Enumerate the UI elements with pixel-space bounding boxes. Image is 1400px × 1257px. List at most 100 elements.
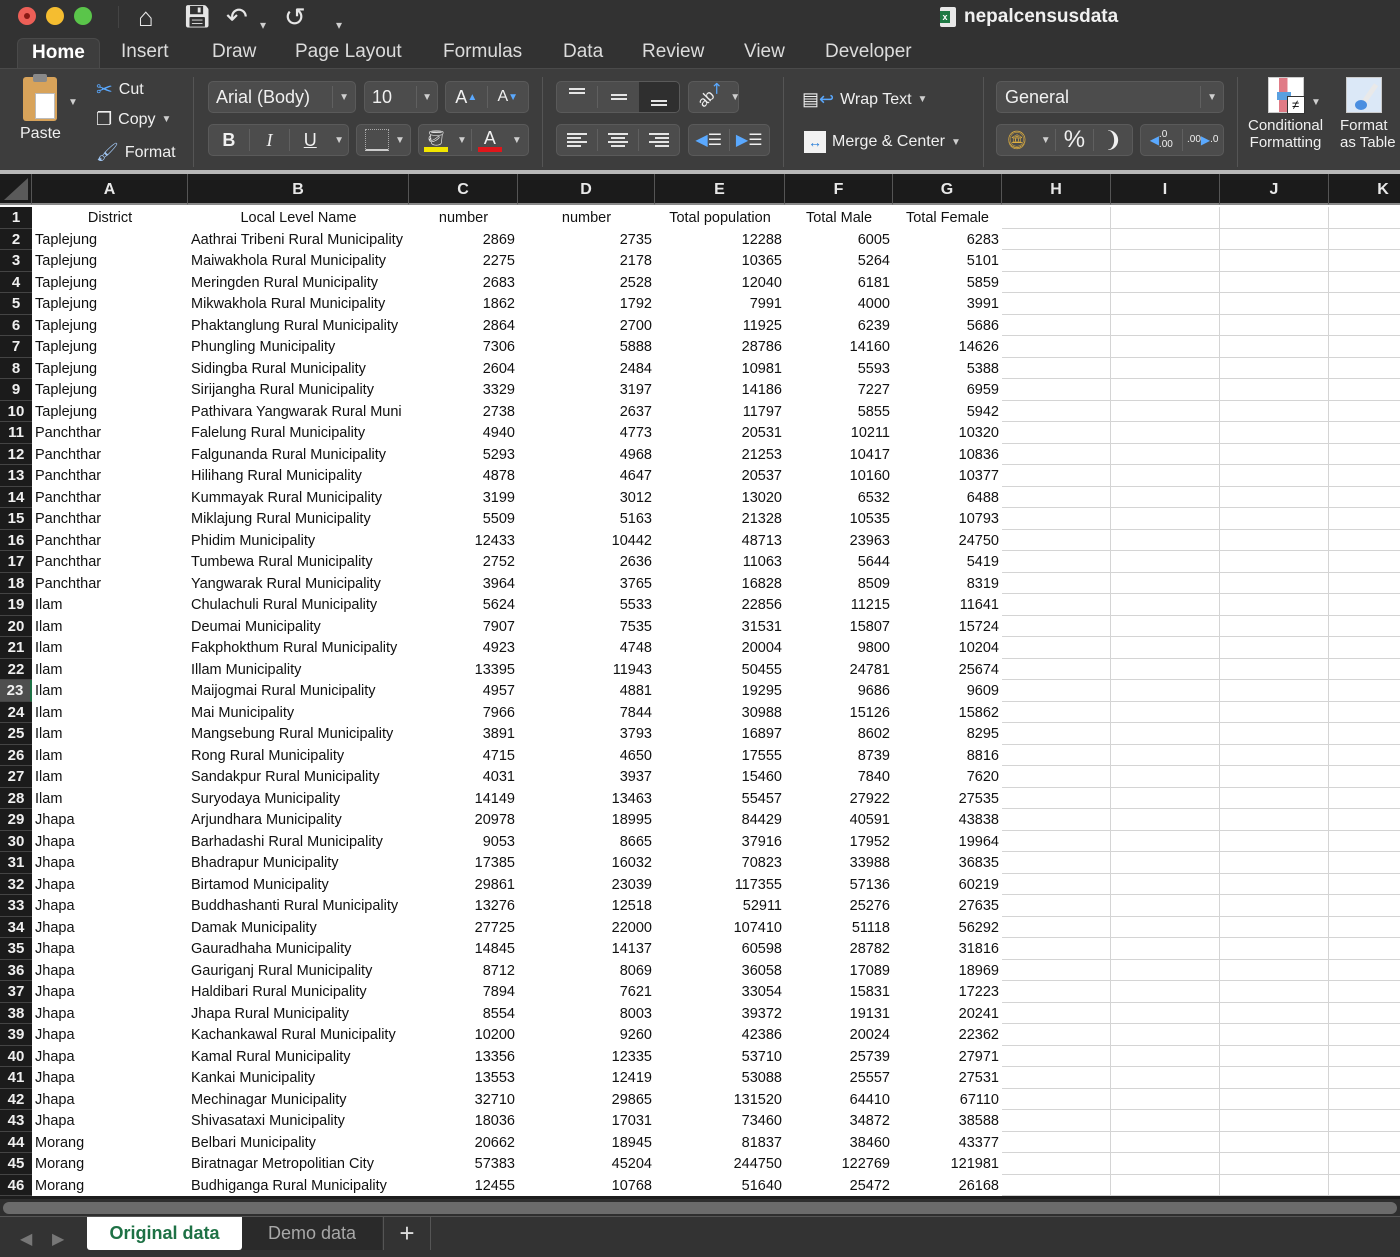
cell-g[interactable]: 9609 <box>893 680 1002 702</box>
merge-center-button[interactable]: ↔ Merge & Center ▼ <box>804 131 961 153</box>
cell-j[interactable] <box>1220 379 1329 401</box>
cell-d[interactable]: 4881 <box>518 680 655 702</box>
cell-f[interactable]: 4000 <box>785 293 893 315</box>
cell-e[interactable]: 13020 <box>655 487 785 509</box>
cell-k[interactable] <box>1329 723 1400 745</box>
cell-g[interactable]: 22362 <box>893 1024 1002 1046</box>
row-header[interactable]: 11 <box>0 422 32 444</box>
cell-b[interactable]: Meringden Rural Municipality <box>188 272 409 294</box>
cell-i[interactable] <box>1111 379 1220 401</box>
cell-b[interactable]: Damak Municipality <box>188 917 409 939</box>
cell-g[interactable]: 43838 <box>893 809 1002 831</box>
cell-f[interactable]: Total Male <box>785 207 893 229</box>
cell-k[interactable] <box>1329 938 1400 960</box>
cell-f[interactable]: 9686 <box>785 680 893 702</box>
cell-i[interactable] <box>1111 938 1220 960</box>
row-header[interactable]: 34 <box>0 916 32 938</box>
cell-k[interactable] <box>1329 1153 1400 1175</box>
cell-d[interactable]: 18945 <box>518 1132 655 1154</box>
cell-a[interactable]: Taplejung <box>32 293 188 315</box>
cell-k[interactable] <box>1329 250 1400 272</box>
cell-h[interactable] <box>1002 723 1111 745</box>
cell-d[interactable]: 9260 <box>518 1024 655 1046</box>
underline-button[interactable]: U <box>290 125 330 155</box>
cell-b[interactable]: Local Level Name <box>188 207 409 229</box>
cell-b[interactable]: Bhadrapur Municipality <box>188 852 409 874</box>
row-header[interactable]: 23 <box>0 680 32 702</box>
cell-i[interactable] <box>1111 551 1220 573</box>
cell-f[interactable]: 57136 <box>785 874 893 896</box>
row-header[interactable]: 10 <box>0 400 32 422</box>
row-header[interactable]: 45 <box>0 1153 32 1175</box>
cell-h[interactable] <box>1002 680 1111 702</box>
cell-c[interactable]: 2869 <box>409 229 518 251</box>
cell-h[interactable] <box>1002 465 1111 487</box>
cell-e[interactable]: 39372 <box>655 1003 785 1025</box>
cell-c[interactable]: 13553 <box>409 1067 518 1089</box>
tab-developer[interactable]: Developer <box>811 38 926 68</box>
row-header[interactable]: 13 <box>0 465 32 487</box>
cell-b[interactable]: Kummayak Rural Municipality <box>188 487 409 509</box>
cell-a[interactable]: Ilam <box>32 788 188 810</box>
cell-j[interactable] <box>1220 529 1329 551</box>
cell-f[interactable]: 25739 <box>785 1046 893 1068</box>
close-window-button[interactable] <box>18 7 36 25</box>
cell-g[interactable]: 6488 <box>893 487 1002 509</box>
cell-f[interactable]: 8739 <box>785 745 893 767</box>
row-header[interactable]: 7 <box>0 336 32 358</box>
cell-k[interactable] <box>1329 573 1400 594</box>
cell-h[interactable] <box>1002 852 1111 874</box>
cell-h[interactable] <box>1002 959 1111 981</box>
cell-c[interactable]: 1862 <box>409 293 518 315</box>
column-header-b[interactable]: B <box>188 174 409 205</box>
cell-c[interactable]: 14845 <box>409 938 518 960</box>
cell-h[interactable] <box>1002 1088 1111 1110</box>
cell-a[interactable]: Jhapa <box>32 895 188 917</box>
cell-a[interactable]: Jhapa <box>32 831 188 853</box>
cell-j[interactable] <box>1220 551 1329 573</box>
cell-k[interactable] <box>1329 207 1400 229</box>
cell-k[interactable] <box>1329 766 1400 788</box>
cell-c[interactable]: 13276 <box>409 895 518 917</box>
cell-g[interactable]: 18969 <box>893 960 1002 982</box>
cell-b[interactable]: Phungling Municipality <box>188 336 409 358</box>
cell-k[interactable] <box>1329 1089 1400 1110</box>
cell-k[interactable] <box>1329 508 1400 530</box>
row-header[interactable]: 46 <box>0 1174 32 1196</box>
cell-c[interactable]: 4878 <box>409 465 518 487</box>
row-header[interactable]: 40 <box>0 1045 32 1067</box>
cell-e[interactable]: 11925 <box>655 315 785 337</box>
cell-d[interactable]: 3197 <box>518 379 655 401</box>
cell-i[interactable] <box>1111 1024 1220 1046</box>
cell-h[interactable] <box>1002 809 1111 831</box>
cell-h[interactable] <box>1002 271 1111 293</box>
cell-g[interactable]: 5101 <box>893 250 1002 272</box>
cell-h[interactable] <box>1002 766 1111 788</box>
cell-a[interactable]: Ilam <box>32 723 188 745</box>
cell-c[interactable]: 3964 <box>409 573 518 595</box>
cell-d[interactable]: 10442 <box>518 530 655 552</box>
cell-k[interactable] <box>1329 1067 1400 1089</box>
cell-i[interactable] <box>1111 809 1220 831</box>
redo-icon[interactable]: ↺ <box>284 2 306 32</box>
cell-k[interactable] <box>1329 487 1400 508</box>
cell-j[interactable] <box>1220 508 1329 530</box>
row-header[interactable]: 29 <box>0 809 32 831</box>
cell-g[interactable]: 3991 <box>893 293 1002 315</box>
cell-f[interactable]: 27922 <box>785 788 893 810</box>
cell-k[interactable] <box>1329 616 1400 637</box>
wrap-text-button[interactable]: ▤↩ Wrap Text ▼ <box>802 89 927 110</box>
cell-j[interactable] <box>1220 1002 1329 1024</box>
cell-j[interactable] <box>1220 357 1329 379</box>
cell-d[interactable]: 13463 <box>518 788 655 810</box>
cell-j[interactable] <box>1220 766 1329 788</box>
next-sheet-arrow[interactable]: ▶ <box>52 1229 64 1249</box>
cell-a[interactable]: Morang <box>32 1153 188 1175</box>
cell-b[interactable]: Arjundhara Municipality <box>188 809 409 831</box>
cell-j[interactable] <box>1220 1024 1329 1046</box>
cell-i[interactable] <box>1111 895 1220 917</box>
cell-f[interactable]: 25472 <box>785 1175 893 1197</box>
cell-h[interactable] <box>1002 422 1111 444</box>
cell-c[interactable]: 12455 <box>409 1175 518 1197</box>
cell-j[interactable] <box>1220 572 1329 594</box>
